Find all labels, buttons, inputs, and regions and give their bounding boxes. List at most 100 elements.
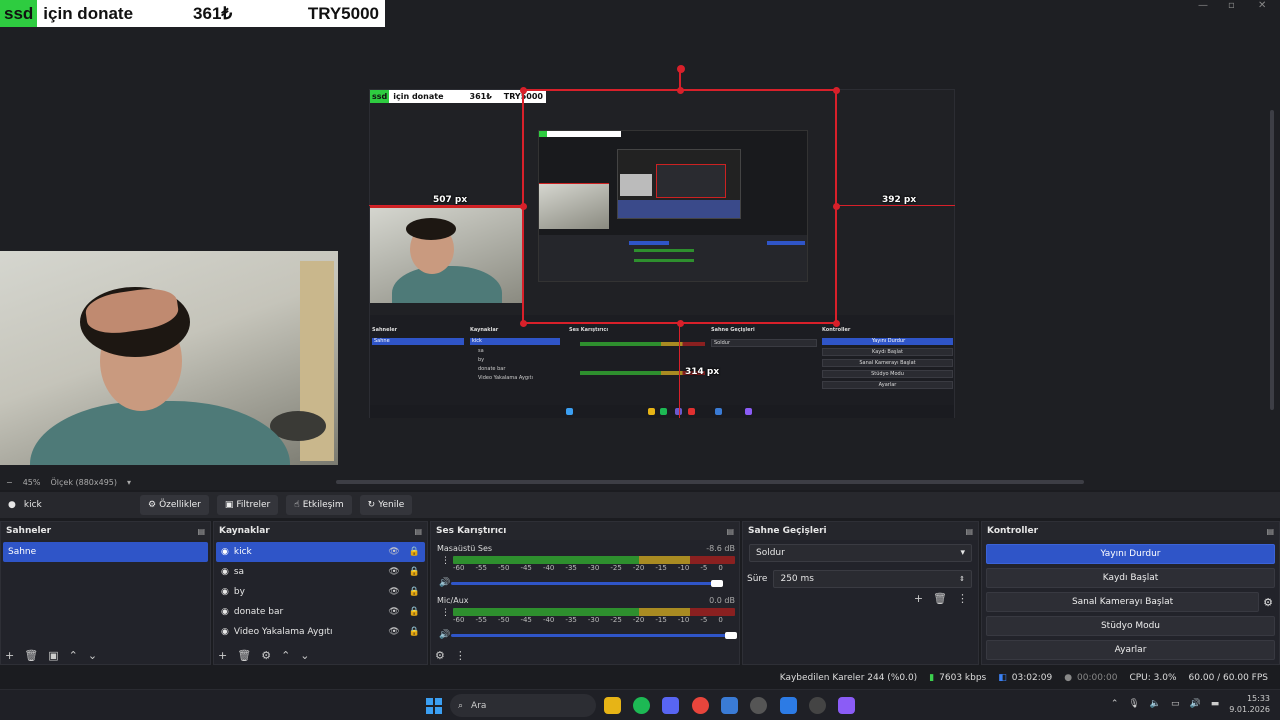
dock-menu-icon[interactable]: ▤ xyxy=(1266,527,1274,536)
move-up-icon[interactable]: ⌃ xyxy=(281,649,290,662)
move-up-icon[interactable]: ⌃ xyxy=(69,649,78,662)
trash-icon[interactable]: 🗑 xyxy=(237,649,251,662)
preview-canvas[interactable]: ssd için donate 361₺ TRY5000 — ▫ ✕ ssd i… xyxy=(0,0,1280,490)
duration-input[interactable]: 250 ms ⇕ xyxy=(773,570,972,588)
spotify-icon[interactable] xyxy=(633,697,650,714)
lock-icon[interactable]: 🔒 xyxy=(409,607,420,617)
source-item-sa[interactable]: ◉ sa 👁 🔒 xyxy=(216,562,425,582)
video-editor-icon[interactable] xyxy=(838,697,855,714)
volume-icon[interactable]: 🔊 xyxy=(1190,699,1201,709)
app-icon[interactable] xyxy=(721,697,738,714)
menu-icon[interactable]: ⋮ xyxy=(441,556,450,566)
network-icon[interactable]: ▭ xyxy=(1171,699,1180,709)
trash-icon[interactable]: 🗑 xyxy=(933,592,947,605)
volume-slider[interactable] xyxy=(451,582,717,585)
preview-scrollbar-vertical[interactable] xyxy=(1270,110,1274,410)
eye-icon[interactable]: 👁 xyxy=(388,587,399,597)
advanced-audio-icon[interactable]: ⚙ xyxy=(435,649,445,662)
distance-label-left: 507 px xyxy=(433,195,468,205)
lock-icon[interactable]: 🔒 xyxy=(409,567,420,577)
battery-icon[interactable]: ▬ xyxy=(1211,699,1220,709)
settings-button[interactable]: Ayarlar xyxy=(986,640,1275,660)
menu-icon[interactable]: ⋮ xyxy=(441,608,450,618)
minimize-icon[interactable]: — xyxy=(1198,0,1208,11)
eye-icon[interactable]: 👁 xyxy=(388,607,399,617)
file-explorer-icon[interactable] xyxy=(604,697,621,714)
kick-source-capture[interactable]: ssd için donate 361₺ TRY5000 Sahneler Sa… xyxy=(369,89,955,418)
dock-menu-icon[interactable]: ▤ xyxy=(726,527,734,536)
lock-icon[interactable]: 🔒 xyxy=(409,587,420,597)
add-icon[interactable]: + xyxy=(914,592,923,605)
speaker-icon[interactable]: 🔊 xyxy=(439,578,450,588)
microphone-icon[interactable]: 🎙 xyxy=(1128,699,1139,709)
menu-icon[interactable]: ⋮ xyxy=(957,592,968,605)
volume-slider-handle[interactable] xyxy=(711,580,723,587)
lock-icon[interactable]: 🔒 xyxy=(409,547,420,557)
windows-start-icon[interactable] xyxy=(426,698,442,714)
resize-handle-bottom-right[interactable] xyxy=(833,320,840,327)
track-name: Mic/Aux xyxy=(437,596,469,605)
source-item-donate-bar[interactable]: ◉ donate bar 👁 🔒 xyxy=(216,602,425,622)
gear-icon[interactable]: ⚙ xyxy=(1263,596,1273,609)
rotation-handle[interactable] xyxy=(677,65,685,73)
studio-mode-button[interactable]: Stüdyo Modu xyxy=(986,616,1275,636)
zoom-out-button[interactable]: − xyxy=(6,478,13,487)
scene-item[interactable]: Sahne xyxy=(3,542,208,562)
chevron-up-icon[interactable]: ⌃ xyxy=(1111,699,1119,709)
lock-icon[interactable]: 🔒 xyxy=(409,627,420,637)
dock-menu-icon[interactable]: ▤ xyxy=(197,527,205,536)
gear-icon[interactable]: ⚙ xyxy=(261,649,271,662)
dock-menu-icon[interactable]: ▤ xyxy=(965,527,973,536)
add-icon[interactable]: + xyxy=(5,649,14,662)
eye-icon[interactable]: 👁 xyxy=(388,547,399,557)
transition-select[interactable]: Soldur ▾ xyxy=(749,544,972,562)
preview-scrollbar-horizontal[interactable] xyxy=(336,480,1084,484)
resize-handle-right[interactable] xyxy=(833,203,840,210)
resize-handle-bottom[interactable] xyxy=(677,320,684,327)
volume-slider[interactable] xyxy=(451,634,731,637)
stepper-icon[interactable]: ⇕ xyxy=(959,575,965,583)
resize-handle-top-right[interactable] xyxy=(833,87,840,94)
move-down-icon[interactable]: ⌄ xyxy=(300,649,309,662)
add-icon[interactable]: + xyxy=(218,649,227,662)
move-down-icon[interactable]: ⌄ xyxy=(88,649,97,662)
discord-icon[interactable] xyxy=(662,697,679,714)
refresh-button[interactable]: ↻ Yenile xyxy=(359,495,413,515)
source-item-kick[interactable]: ◉ kick 👁 🔒 xyxy=(216,542,425,562)
properties-button[interactable]: ⚙ Özellikler xyxy=(140,495,209,515)
steam-icon[interactable] xyxy=(750,697,767,714)
nested-taskbar xyxy=(370,405,954,418)
maximize-icon[interactable]: ▫ xyxy=(1228,0,1235,11)
menu-icon[interactable]: ⋮ xyxy=(455,649,466,662)
clock[interactable]: 15:33 9.01.2026 xyxy=(1229,693,1270,715)
resize-handle-top[interactable] xyxy=(677,87,684,94)
resize-handle-bottom-left[interactable] xyxy=(520,320,527,327)
obs-icon[interactable] xyxy=(809,697,826,714)
volume-slider-handle[interactable] xyxy=(725,632,737,639)
resize-handle-left[interactable] xyxy=(520,203,527,210)
filters-button[interactable]: ▣ Filtreler xyxy=(216,495,279,515)
dock-menu-icon[interactable]: ▤ xyxy=(414,527,422,536)
eye-icon[interactable]: 👁 xyxy=(388,567,399,577)
taskbar-search[interactable]: ⌕ Ara xyxy=(450,694,596,717)
scene-filter-icon[interactable]: ▣ xyxy=(48,649,58,662)
resize-handle-top-left[interactable] xyxy=(520,87,527,94)
start-record-button[interactable]: Kaydı Başlat xyxy=(986,568,1275,588)
interact-button[interactable]: ☝ Etkileşim xyxy=(286,495,352,515)
zoom-level[interactable]: 45% xyxy=(23,478,41,487)
source-item-video-capture[interactable]: ◉ Video Yakalama Aygıtı 👁 🔒 xyxy=(216,622,425,642)
source-item-by[interactable]: ◉ by 👁 🔒 xyxy=(216,582,425,602)
stop-stream-button[interactable]: Yayını Durdur xyxy=(986,544,1275,564)
trash-icon[interactable]: 🗑 xyxy=(24,649,38,662)
search-placeholder: Ara xyxy=(471,700,487,711)
close-icon[interactable]: ✕ xyxy=(1258,0,1266,11)
eye-icon[interactable]: 👁 xyxy=(388,627,399,637)
speaker-icon[interactable]: 🔈 xyxy=(1150,699,1161,709)
start-virtual-cam-button[interactable]: Sanal Kamerayı Başlat xyxy=(986,592,1260,612)
status-bar: Kaybedilen Kareler 244 (%0.0) ▮ 7603 kbps… xyxy=(0,667,1280,689)
speaker-icon[interactable]: 🔊 xyxy=(439,630,450,640)
chevron-down-icon[interactable]: ▾ xyxy=(127,478,131,487)
fps: 60.00 / 60.00 FPS xyxy=(1188,673,1268,683)
chrome-icon[interactable] xyxy=(692,697,709,714)
image-editor-icon[interactable] xyxy=(780,697,797,714)
